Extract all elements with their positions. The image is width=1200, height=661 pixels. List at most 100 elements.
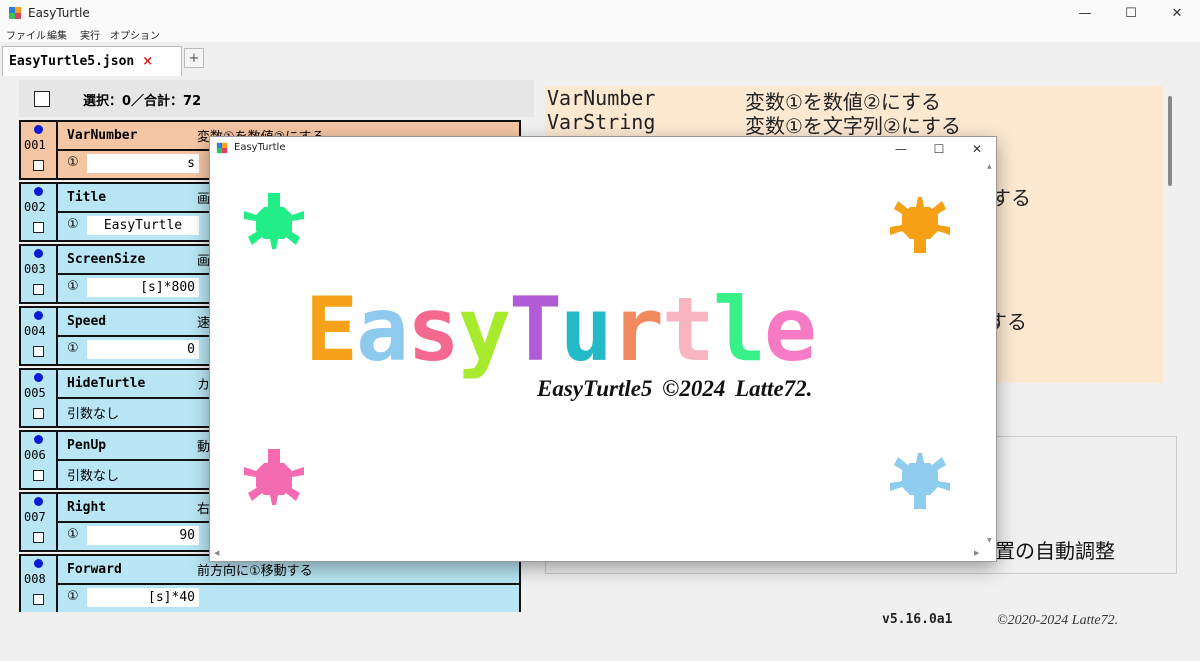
app-icon — [9, 7, 21, 19]
help-key: VarString — [547, 110, 656, 134]
command-index: 005 — [21, 370, 58, 426]
command-checkbox[interactable] — [33, 532, 44, 543]
menu-run[interactable]: 実行 — [80, 27, 100, 42]
scroll-left-icon[interactable]: ◀ — [214, 549, 219, 557]
argument-marker: ① — [67, 279, 79, 294]
no-argument-label: 引数なし — [67, 469, 120, 484]
scroll-down-icon[interactable]: ▼ — [987, 537, 992, 544]
command-checkbox[interactable] — [33, 470, 44, 481]
command-name: Speed — [67, 314, 107, 329]
logo-letter: u — [559, 278, 613, 381]
command-block[interactable]: 008 Forward 前方向に①移動する ① [s]*40 — [19, 554, 521, 612]
command-index: 006 — [21, 432, 58, 488]
no-argument-label: 引数なし — [67, 407, 120, 422]
command-number: 006 — [24, 448, 46, 462]
command-number: 002 — [24, 200, 46, 214]
turtle-icon — [244, 449, 304, 505]
copyright-label: ©2020-2024 Latte72. — [997, 613, 1119, 628]
turtle-canvas: EasyTurtle EasyTurtle5 ©2024 Latte72. — [212, 161, 983, 547]
help-line: する — [991, 182, 1031, 211]
breakpoint-dot-icon[interactable] — [34, 559, 43, 568]
argument-marker: ① — [67, 155, 79, 170]
argument-input[interactable]: s — [87, 154, 199, 173]
command-number: 005 — [24, 386, 46, 400]
command-name: ScreenSize — [67, 252, 146, 267]
close-button[interactable]: ✕ — [1154, 0, 1200, 26]
tab-bar: EasyTurtle5.json × + — [0, 42, 1200, 78]
command-index: 001 — [21, 122, 58, 178]
logo-letter: y — [457, 278, 511, 381]
breakpoint-dot-icon[interactable] — [34, 125, 43, 134]
preview-title: EasyTurtle — [234, 142, 286, 153]
command-checkbox[interactable] — [33, 284, 44, 295]
breakpoint-dot-icon[interactable] — [34, 435, 43, 444]
menu-options[interactable]: オプション — [110, 27, 160, 42]
selection-count: 選択：0／合計：72 — [83, 94, 202, 109]
preview-window: EasyTurtle — ☐ ✕ EasyTurtle EasyTurtle5 … — [209, 136, 997, 562]
help-key: VarNumber — [547, 86, 656, 110]
maximize-button[interactable]: ☐ — [1108, 0, 1154, 26]
logo-letter: e — [763, 278, 817, 381]
command-name: VarNumber — [67, 128, 138, 143]
auto-adjust-label: 置の自動調整 — [995, 539, 1115, 563]
window-title: EasyTurtle — [28, 6, 90, 20]
logo-letter: l — [712, 278, 766, 381]
command-number: 003 — [24, 262, 46, 276]
breakpoint-dot-icon[interactable] — [34, 311, 43, 320]
command-number: 001 — [24, 138, 46, 152]
preview-horizontal-scrollbar[interactable]: ◀ ▶ — [212, 549, 983, 559]
command-checkbox[interactable] — [33, 222, 44, 233]
command-name: HideTurtle — [67, 376, 146, 391]
command-checkbox[interactable] — [33, 408, 44, 419]
logo-letter: r — [610, 278, 664, 381]
preview-minimize-button[interactable]: — — [882, 137, 920, 161]
argument-input[interactable]: EasyTurtle — [87, 216, 199, 235]
scroll-right-icon[interactable]: ▶ — [974, 549, 979, 557]
title-bar: EasyTurtle — ☐ ✕ — [0, 0, 1200, 26]
tab-label: EasyTurtle5.json — [9, 54, 135, 69]
breakpoint-dot-icon[interactable] — [34, 497, 43, 506]
command-index: 002 — [21, 184, 58, 240]
breakpoint-dot-icon[interactable] — [34, 373, 43, 382]
logo-letter: s — [406, 278, 460, 381]
breakpoint-dot-icon[interactable] — [34, 187, 43, 196]
preview-title-bar: EasyTurtle — ☐ ✕ — [210, 137, 996, 161]
minimize-button[interactable]: — — [1062, 0, 1108, 26]
command-index: 008 — [21, 556, 58, 612]
preview-maximize-button[interactable]: ☐ — [920, 137, 958, 161]
argument-marker: ① — [67, 589, 79, 604]
argument-marker: ① — [67, 527, 79, 542]
preview-vertical-scrollbar[interactable]: ▲ ▼ — [985, 161, 995, 547]
divider — [58, 583, 519, 585]
menu-file[interactable]: ファイル — [6, 27, 46, 42]
select-all-checkbox[interactable] — [34, 91, 50, 107]
command-checkbox[interactable] — [33, 594, 44, 605]
argument-input[interactable]: 90 — [87, 526, 199, 545]
tab-file[interactable]: EasyTurtle5.json × — [2, 46, 182, 76]
splash-subtitle: EasyTurtle5 ©2024 Latte72. — [537, 376, 813, 401]
command-checkbox[interactable] — [33, 160, 44, 171]
argument-marker: ① — [67, 217, 79, 232]
scroll-up-icon[interactable]: ▲ — [987, 163, 992, 170]
tab-close-button[interactable]: × — [142, 54, 153, 69]
breakpoint-dot-icon[interactable] — [34, 249, 43, 258]
command-name: Right — [67, 500, 107, 515]
command-name: Forward — [67, 562, 122, 577]
command-index: 004 — [21, 308, 58, 364]
turtle-icon — [244, 193, 304, 249]
turtle-icon — [890, 197, 950, 253]
logo-letter: E — [305, 278, 358, 381]
menu-edit[interactable]: 編集 — [47, 27, 67, 42]
selection-header: 選択：0／合計：72 — [19, 80, 534, 117]
command-index: 007 — [21, 494, 58, 550]
preview-close-button[interactable]: ✕ — [958, 137, 996, 161]
scrollbar-thumb[interactable] — [1168, 96, 1172, 186]
argument-input[interactable]: [s]*40 — [87, 588, 199, 607]
argument-input[interactable]: [s]*800 — [87, 278, 199, 297]
add-tab-button[interactable]: + — [184, 48, 204, 68]
argument-input[interactable]: 0 — [87, 340, 199, 359]
logo-letter: T — [508, 278, 562, 381]
command-checkbox[interactable] — [33, 346, 44, 357]
help-scrollbar[interactable] — [1165, 86, 1175, 386]
argument-marker: ① — [67, 341, 79, 356]
